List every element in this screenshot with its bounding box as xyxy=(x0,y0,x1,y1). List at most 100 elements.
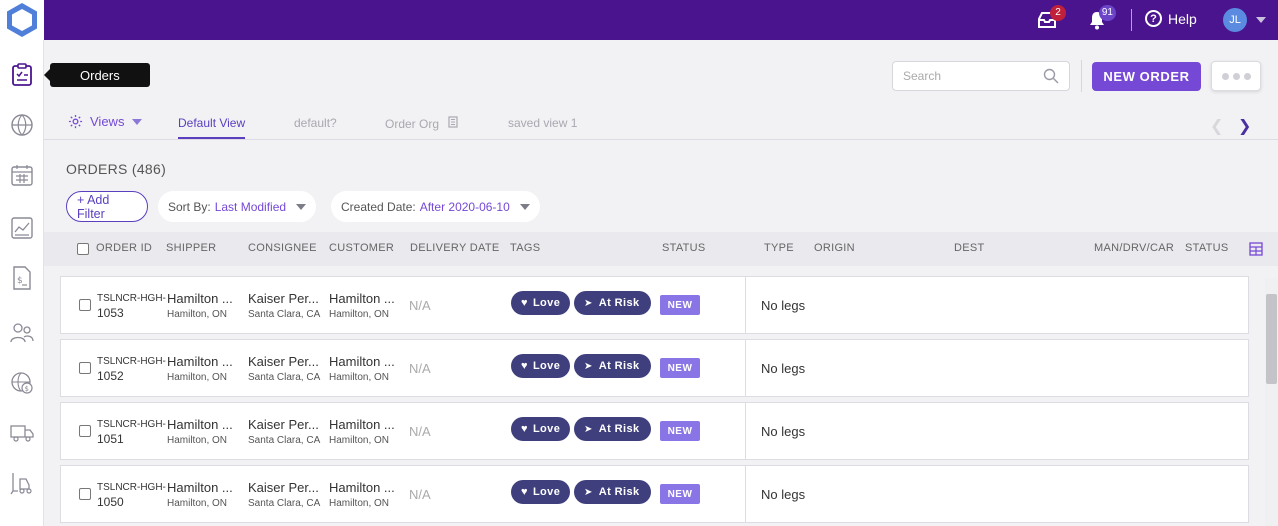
tag-love[interactable]: ♥ Love xyxy=(511,417,571,441)
tag-at-risk[interactable]: ➤ At Risk xyxy=(574,417,651,441)
order-id[interactable]: TSLNCR-HGH- 1051 xyxy=(97,418,166,446)
views-label: Views xyxy=(90,114,125,129)
created-date-filter[interactable]: Created Date: After 2020-06-10 xyxy=(331,191,540,222)
column-man-drv-car[interactable]: MAN/DRV/CAR xyxy=(1094,242,1174,254)
truck-icon[interactable] xyxy=(10,421,34,445)
shipper-name: Hamilton ... xyxy=(167,417,233,432)
tag-label: At Risk xyxy=(598,486,640,498)
app-logo[interactable] xyxy=(0,0,44,40)
row-checkbox[interactable] xyxy=(79,488,91,500)
search-placeholder: Search xyxy=(903,69,942,83)
column-leg-status[interactable]: STATUS xyxy=(1185,242,1229,254)
forklift-icon[interactable] xyxy=(10,471,34,495)
search-input[interactable]: Search xyxy=(892,61,1070,91)
search-icon xyxy=(1043,68,1059,84)
add-filter-button[interactable]: + Add Filter xyxy=(66,191,148,222)
more-options-button[interactable] xyxy=(1211,61,1261,91)
help-button[interactable]: ? Help xyxy=(1145,10,1197,27)
chevron-right-icon[interactable]: ❯ xyxy=(1238,116,1251,136)
tag-at-risk[interactable]: ➤ At Risk xyxy=(574,480,651,504)
tag-love[interactable]: ♥ Love xyxy=(511,480,571,504)
table-row[interactable]: TSLNCR-HGH- 1052 Hamilton ... Hamilton, ON K… xyxy=(60,339,1249,397)
chevron-left-icon[interactable]: ❮ xyxy=(1210,116,1223,136)
tab-order-org[interactable]: Order Org xyxy=(385,116,459,131)
tab-default[interactable]: default? xyxy=(294,116,337,130)
tag-at-risk[interactable]: ➤ At Risk xyxy=(574,291,651,315)
consignee-name: Kaiser Per... xyxy=(248,480,319,495)
billing-document-icon[interactable]: $ xyxy=(10,266,34,290)
consignee-cell: Kaiser Per... Santa Clara, CA xyxy=(248,480,320,509)
column-delivery-date[interactable]: DELIVERY DATE xyxy=(410,242,500,254)
column-shipper[interactable]: SHIPPER xyxy=(166,242,216,254)
sort-by-label: Sort By: xyxy=(168,199,211,214)
order-id-number: 1051 xyxy=(97,432,124,446)
shipper-cell: Hamilton ... Hamilton, ON xyxy=(167,291,233,320)
order-id[interactable]: TSLNCR-HGH- 1052 xyxy=(97,355,166,383)
inbox-badge: 2 xyxy=(1050,5,1066,21)
shipper-cell: Hamilton ... Hamilton, ON xyxy=(167,354,233,383)
chevron-down-icon[interactable] xyxy=(1256,17,1266,23)
row-divider xyxy=(745,466,746,522)
heart-icon: ♥ xyxy=(521,360,528,372)
tab-default-view[interactable]: Default View xyxy=(178,116,246,139)
order-id-prefix: TSLNCR-HGH- xyxy=(97,293,166,304)
user-avatar[interactable]: JL xyxy=(1223,8,1247,32)
created-date-value: After 2020-06-10 xyxy=(419,199,510,214)
tag-love[interactable]: ♥ Love xyxy=(511,291,571,315)
column-tags[interactable]: TAGS xyxy=(510,242,540,254)
views-dropdown[interactable]: Views xyxy=(68,114,143,129)
column-status[interactable]: STATUS xyxy=(662,242,706,254)
contacts-people-icon[interactable] xyxy=(10,321,34,345)
globe-network-icon[interactable] xyxy=(10,113,34,137)
orders-clipboard-icon[interactable] xyxy=(10,63,34,87)
column-type[interactable]: TYPE xyxy=(764,242,794,254)
row-checkbox[interactable] xyxy=(79,362,91,374)
shipper-location: Hamilton, ON xyxy=(167,498,228,509)
bell-icon[interactable]: 91 xyxy=(1086,5,1116,31)
select-all-checkbox[interactable] xyxy=(77,243,89,255)
order-id-prefix: TSLNCR-HGH- xyxy=(97,419,166,430)
column-order-id[interactable]: ORDER ID xyxy=(96,242,152,254)
table-row[interactable]: TSLNCR-HGH- 1053 Hamilton ... Hamilton, ON K… xyxy=(60,276,1249,334)
consignee-cell: Kaiser Per... Santa Clara, CA xyxy=(248,291,320,320)
inbox-icon[interactable]: 2 xyxy=(1036,5,1066,31)
legs-info: No legs xyxy=(761,424,806,439)
table-row[interactable]: TSLNCR-HGH- 1050 Hamilton ... Hamilton, ON K… xyxy=(60,465,1249,523)
tab-saved-view-1[interactable]: saved view 1 xyxy=(508,116,577,130)
row-checkbox[interactable] xyxy=(79,299,91,311)
chevron-down-icon xyxy=(296,203,307,210)
rocket-icon: ➤ xyxy=(584,486,593,498)
column-consignee[interactable]: CONSIGNEE xyxy=(248,242,317,254)
customer-cell: Hamilton ... Hamilton, ON xyxy=(329,354,395,383)
tag-label: Love xyxy=(532,360,561,372)
created-date-label: Created Date: xyxy=(341,199,416,214)
scrollbar-thumb[interactable] xyxy=(1266,294,1277,384)
tag-at-risk[interactable]: ➤ At Risk xyxy=(574,354,651,378)
row-checkbox[interactable] xyxy=(79,425,91,437)
gear-icon xyxy=(68,114,83,129)
customer-location: Hamilton, ON xyxy=(329,435,390,446)
order-id-number: 1050 xyxy=(97,495,124,509)
new-order-button[interactable]: NEW ORDER xyxy=(1092,62,1201,91)
legs-info: No legs xyxy=(761,487,806,502)
delivery-date: N/A xyxy=(409,298,431,313)
topbar-divider xyxy=(1131,9,1132,31)
shipper-name: Hamilton ... xyxy=(167,480,233,495)
calendar-icon[interactable] xyxy=(10,163,34,187)
delivery-date: N/A xyxy=(409,361,431,376)
column-dest[interactable]: DEST xyxy=(954,242,985,254)
column-origin[interactable]: ORIGIN xyxy=(814,242,855,254)
globe-currency-icon[interactable]: $ xyxy=(10,371,34,395)
order-id[interactable]: TSLNCR-HGH- 1050 xyxy=(97,481,166,509)
delivery-date: N/A xyxy=(409,424,431,439)
column-settings-icon[interactable] xyxy=(1249,242,1263,256)
customer-name: Hamilton ... xyxy=(329,417,395,432)
table-row[interactable]: TSLNCR-HGH- 1051 Hamilton ... Hamilton, ON K… xyxy=(60,402,1249,460)
reports-chart-icon[interactable] xyxy=(10,216,34,240)
sort-by-dropdown[interactable]: Sort By: Last Modified xyxy=(158,191,317,222)
order-id-prefix: TSLNCR-HGH- xyxy=(97,482,166,493)
column-customer[interactable]: CUSTOMER xyxy=(329,242,394,254)
tag-label: At Risk xyxy=(598,297,640,309)
order-id[interactable]: TSLNCR-HGH- 1053 xyxy=(97,292,166,320)
tag-love[interactable]: ♥ Love xyxy=(511,354,571,378)
